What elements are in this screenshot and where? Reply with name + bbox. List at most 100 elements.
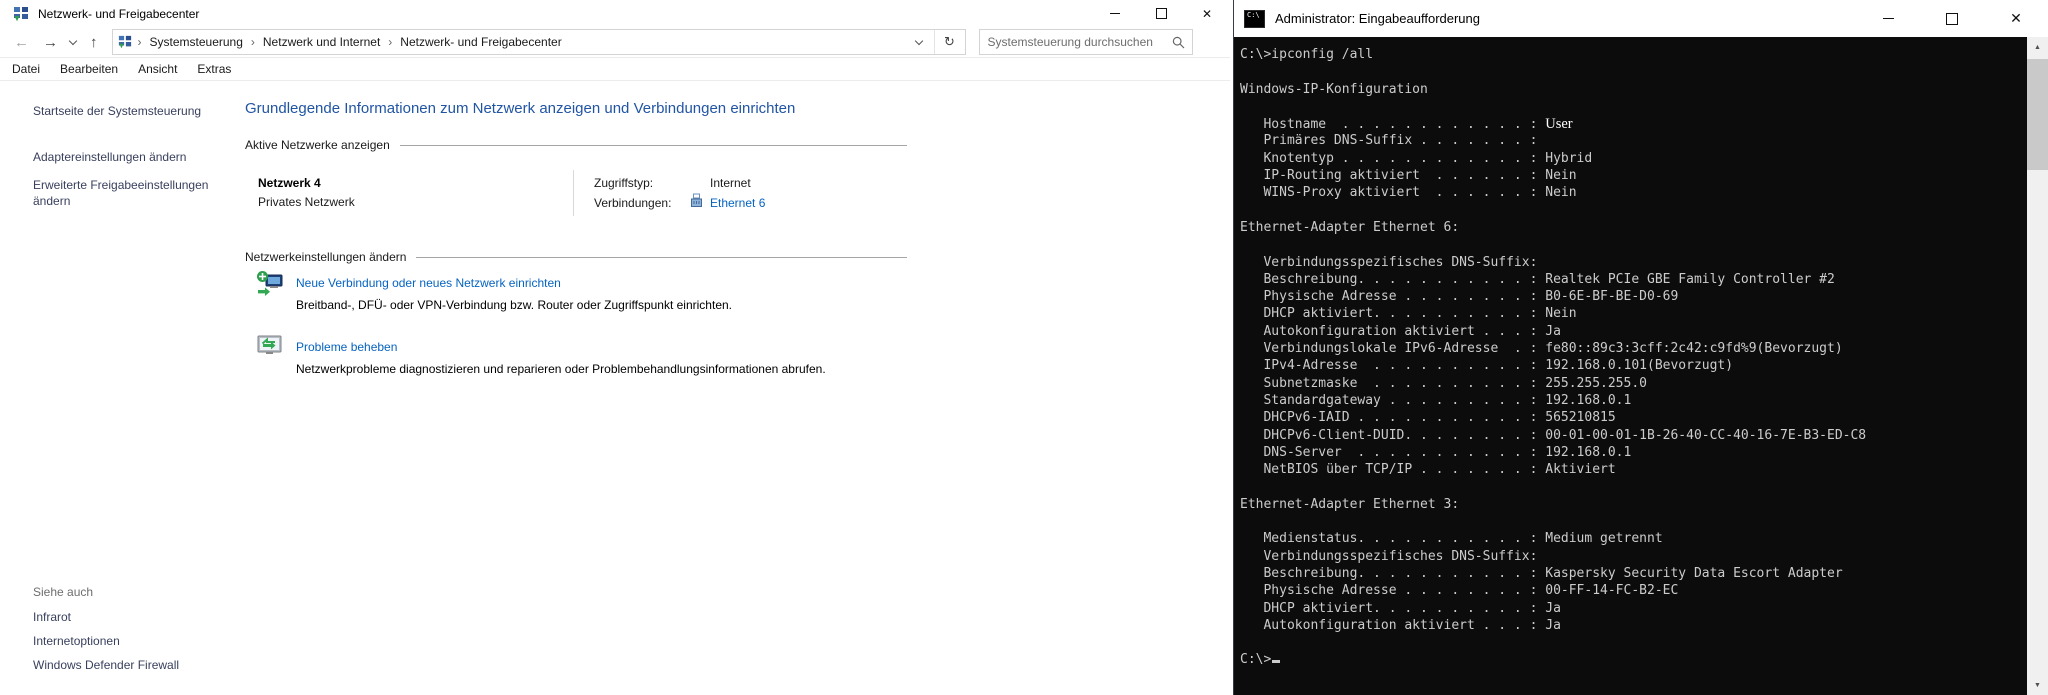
troubleshoot-link[interactable]: Probleme beheben	[296, 340, 397, 354]
terminal-line: Autokonfiguration aktiviert . . . : Ja	[1240, 324, 2024, 341]
terminal-output[interactable]: C:\>ipconfig /allWindows-IP-Konfiguratio…	[1234, 37, 2048, 695]
breadcrumb-item[interactable]: Netzwerk und Internet	[263, 35, 380, 49]
sidebar-item-home[interactable]: Startseite der Systemsteuerung	[33, 104, 201, 118]
back-button[interactable]: ←	[14, 35, 29, 50]
explorer-window-controls: ✕	[1092, 0, 1230, 27]
sidebar-item-sharing-settings[interactable]: Erweiterte Freigabeeinstellungen ändern	[33, 177, 218, 209]
section-rule	[416, 257, 907, 258]
terminal-line: Ethernet-Adapter Ethernet 6:	[1240, 220, 2024, 237]
command-prompt-window: C:\ Administrator: Eingabeaufforderung ✕…	[1233, 0, 2048, 695]
terminal-window-controls: ✕	[1856, 0, 2048, 37]
maximize-button[interactable]	[1920, 0, 1984, 37]
new-connection-description: Breitband-, DFÜ- oder VPN-Verbindung bzw…	[296, 297, 886, 313]
terminal-line: Windows-IP-Konfiguration	[1240, 82, 2024, 99]
terminal-line: Verbindungslokale IPv6-Adresse . : fe80:…	[1240, 341, 2024, 358]
access-type-label: Zugriffstyp:	[594, 176, 653, 190]
navigation-bar: ← → ↑ › Systemsteuerung › Netzwerk und Inte…	[0, 27, 1230, 58]
active-networks-label: Aktive Netzwerke anzeigen	[245, 138, 390, 152]
network-center-icon	[13, 6, 29, 22]
breadcrumb: ›Systemsteuerung›Netzwerk und Internet›N…	[132, 35, 564, 49]
close-button[interactable]: ✕	[1984, 0, 2048, 37]
close-button[interactable]: ✕	[1184, 0, 1230, 27]
network-sharing-center-window: Netzwerk- und Freigabecenter ✕ ← → ↑	[0, 0, 1230, 695]
breadcrumb-separator-icon: ›	[138, 35, 142, 49]
terminal-line: DHCPv6-IAID . . . . . . . . . . . : 5652…	[1240, 410, 2024, 427]
address-location-icon	[118, 35, 132, 49]
network-divider	[573, 170, 574, 216]
refresh-button[interactable]: ↻	[934, 30, 965, 54]
address-bar-right: ↻	[916, 30, 965, 54]
troubleshoot-icon	[256, 332, 284, 365]
terminal-line	[1240, 479, 2024, 496]
terminal-line: Medienstatus. . . . . . . . . . . : Medi…	[1240, 531, 2024, 548]
terminal-line	[1240, 635, 2024, 652]
terminal-line: Primäres DNS-Suffix . . . . . . . :	[1240, 133, 2024, 150]
connections-link[interactable]: Ethernet 6	[710, 196, 765, 210]
terminal-hostname-value: User	[1545, 116, 1572, 132]
breadcrumb-item[interactable]: Netzwerk- und Freigabecenter	[400, 35, 561, 49]
menu-bar: Datei Bearbeiten Ansicht Extras	[0, 57, 1230, 81]
address-dropdown-icon[interactable]	[914, 37, 922, 45]
terminal-line: C:\>	[1240, 652, 2024, 669]
terminal-line: Standardgateway . . . . . . . . . : 192.…	[1240, 393, 2024, 410]
explorer-titlebar: Netzwerk- und Freigabecenter ✕	[0, 0, 1230, 27]
terminal-line	[1240, 237, 2024, 254]
breadcrumb-separator-icon: ›	[388, 35, 392, 49]
up-button[interactable]: ↑	[90, 35, 98, 50]
menu-datei[interactable]: Datei	[8, 60, 44, 78]
search-input[interactable]	[980, 35, 1172, 49]
terminal-line	[1240, 99, 2024, 116]
see-also-firewall[interactable]: Windows Defender Firewall	[33, 658, 179, 672]
menu-ansicht[interactable]: Ansicht	[134, 60, 181, 78]
maximize-icon	[1946, 13, 1958, 25]
terminal-scrollbar: ▲ ▼	[2027, 37, 2048, 695]
minimize-button[interactable]	[1856, 0, 1920, 37]
forward-button[interactable]: →	[43, 35, 58, 50]
maximize-button[interactable]	[1138, 0, 1184, 27]
section-rule	[400, 145, 907, 146]
terminal-line: NetBIOS über TCP/IP . . . . . . . : Akti…	[1240, 462, 2024, 479]
scrollbar-down-icon[interactable]: ▼	[2027, 675, 2048, 695]
network-settings-section: Netzwerkeinstellungen ändern	[245, 250, 907, 264]
terminal-line: Physische Adresse . . . . . . . . : B0-6…	[1240, 289, 2024, 306]
terminal-line: Ethernet-Adapter Ethernet 3:	[1240, 497, 2024, 514]
terminal-line: DHCP aktiviert. . . . . . . . . . : Nein	[1240, 306, 2024, 323]
address-bar[interactable]: ›Systemsteuerung›Netzwerk und Internet›N…	[112, 29, 966, 55]
scrollbar-up-icon[interactable]: ▲	[2027, 37, 2048, 57]
menu-bearbeiten[interactable]: Bearbeiten	[56, 60, 122, 78]
menu-extras[interactable]: Extras	[193, 60, 235, 78]
maximize-icon	[1156, 8, 1167, 19]
access-type-value: Internet	[710, 176, 751, 190]
cmd-icon: C:\	[1244, 10, 1265, 28]
see-also-internet-options[interactable]: Internetoptionen	[33, 634, 120, 648]
network-type: Privates Netzwerk	[258, 195, 355, 209]
terminal-title: Administrator: Eingabeaufforderung	[1275, 11, 1480, 26]
minimize-button[interactable]	[1092, 0, 1138, 27]
scrollbar-thumb[interactable]	[2027, 59, 2048, 170]
search-box	[979, 29, 1193, 55]
terminal-line: DHCPv6-Client-DUID. . . . . . . . : 00-0…	[1240, 428, 2024, 445]
history-chevron-icon[interactable]	[69, 36, 77, 44]
connections-label: Verbindungen:	[594, 196, 671, 210]
minimize-icon	[1883, 18, 1894, 19]
terminal-line: Verbindungsspezifisches DNS-Suffix:	[1240, 549, 2024, 566]
terminal-cursor	[1272, 660, 1280, 663]
terminal-line: Subnetzmaske . . . . . . . . . . : 255.2…	[1240, 376, 2024, 393]
terminal-line: IP-Routing aktiviert . . . . . . : Nein	[1240, 168, 2024, 185]
page-title: Grundlegende Informationen zum Netzwerk …	[245, 100, 795, 117]
see-also-infrared[interactable]: Infrarot	[33, 610, 71, 624]
search-icon[interactable]	[1172, 36, 1185, 49]
network-settings-label: Netzwerkeinstellungen ändern	[245, 250, 406, 264]
close-icon: ✕	[1202, 7, 1212, 21]
terminal-line: Physische Adresse . . . . . . . . : 00-F…	[1240, 583, 2024, 600]
terminal-line: Verbindungsspezifisches DNS-Suffix:	[1240, 255, 2024, 272]
active-networks-section: Aktive Netzwerke anzeigen	[245, 138, 907, 152]
new-connection-link[interactable]: Neue Verbindung oder neues Netzwerk einr…	[296, 276, 561, 290]
see-also-header: Siehe auch	[33, 585, 93, 599]
breadcrumb-item[interactable]: Systemsteuerung	[150, 35, 243, 49]
troubleshoot-description: Netzwerkprobleme diagnostizieren und rep…	[296, 361, 886, 377]
sidebar-item-adapter-settings[interactable]: Adaptereinstellungen ändern	[33, 150, 186, 164]
terminal-line: WINS-Proxy aktiviert . . . . . . : Nein	[1240, 185, 2024, 202]
network-name: Netzwerk 4	[258, 176, 321, 190]
desktop: Netzwerk- und Freigabecenter ✕ ← → ↑	[0, 0, 2048, 695]
